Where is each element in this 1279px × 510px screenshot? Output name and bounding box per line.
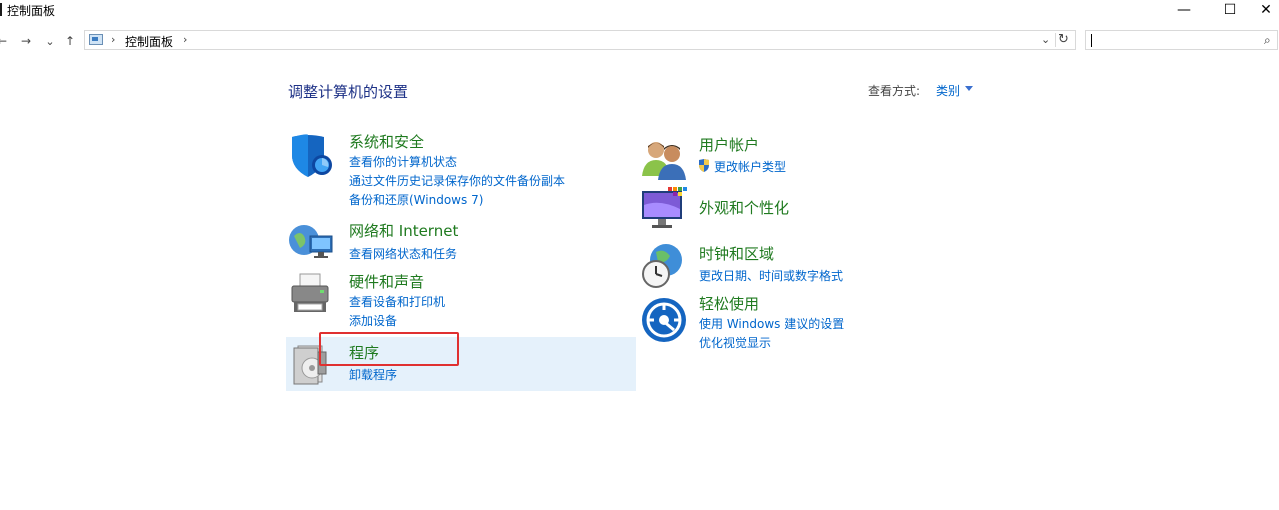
- display-icon[interactable]: [640, 185, 688, 233]
- link-uninstall-program[interactable]: 卸载程序: [349, 366, 397, 383]
- dropdown-arrow-icon[interactable]: [965, 86, 973, 91]
- link-change-account-type[interactable]: 更改帐户类型: [714, 158, 786, 175]
- ease-of-access-icon[interactable]: [640, 296, 688, 344]
- category-user-accounts[interactable]: 用户帐户: [699, 134, 759, 155]
- link-network-status[interactable]: 查看网络状态和任务: [349, 245, 457, 262]
- link-optimize-visual-display[interactable]: 优化视觉显示: [699, 334, 771, 351]
- category-hardware-sound[interactable]: 硬件和声音: [349, 271, 424, 292]
- address-bar[interactable]: › 控制面板 › ⌄ ↻: [84, 30, 1076, 50]
- link-add-device[interactable]: 添加设备: [349, 312, 397, 329]
- users-icon[interactable]: [640, 136, 688, 184]
- refresh-icon[interactable]: ↻: [1058, 32, 1069, 47]
- control-panel-icon: [89, 34, 103, 45]
- window-icon: [0, 3, 2, 16]
- search-box[interactable]: ⌕: [1085, 30, 1278, 50]
- view-by-label: 查看方式:: [868, 84, 921, 98]
- navigation-bar: ← → ⌄ ↑ › 控制面板 › ⌄ ↻ ⌕: [0, 29, 1279, 53]
- search-icon[interactable]: ⌕: [1264, 33, 1271, 48]
- category-network-internet[interactable]: 网络和 Internet: [349, 220, 458, 241]
- link-file-history[interactable]: 通过文件历史记录保存你的文件备份副本: [349, 172, 565, 189]
- search-input[interactable]: [1090, 32, 1250, 48]
- category-clock-region[interactable]: 时钟和区域: [699, 243, 774, 264]
- category-system-security[interactable]: 系统和安全: [349, 131, 424, 152]
- page-title: 调整计算机的设置: [288, 83, 409, 101]
- breadcrumb-chevron-icon[interactable]: ›: [183, 33, 187, 46]
- title-bar: 控制面板 — ☐ ✕: [0, 0, 1279, 22]
- close-button[interactable]: ✕: [1253, 0, 1279, 20]
- minimize-button[interactable]: —: [1161, 0, 1207, 20]
- window-title: 控制面板: [7, 4, 56, 18]
- back-button[interactable]: ←: [0, 31, 12, 51]
- up-button[interactable]: ↑: [60, 31, 80, 51]
- uac-shield-icon: [699, 159, 709, 172]
- breadcrumb-control-panel[interactable]: 控制面板: [125, 33, 173, 50]
- link-check-computer-status[interactable]: 查看你的计算机状态: [349, 153, 457, 170]
- address-divider: [1055, 33, 1056, 47]
- shield-icon[interactable]: [288, 133, 336, 181]
- link-devices-printers[interactable]: 查看设备和打印机: [349, 293, 445, 310]
- printer-icon[interactable]: [288, 272, 336, 320]
- category-ease-of-access[interactable]: 轻松使用: [699, 293, 759, 314]
- network-icon[interactable]: [288, 218, 336, 266]
- clock-globe-icon[interactable]: [640, 242, 688, 290]
- link-recommended-settings[interactable]: 使用 Windows 建议的设置: [699, 315, 844, 332]
- forward-button[interactable]: →: [16, 31, 36, 51]
- link-change-date-time-format[interactable]: 更改日期、时间或数字格式: [699, 267, 843, 284]
- recent-locations-button[interactable]: ⌄: [40, 31, 60, 51]
- link-backup-restore[interactable]: 备份和还原(Windows 7): [349, 191, 483, 208]
- view-by-dropdown[interactable]: 类别: [936, 82, 960, 99]
- address-dropdown-icon[interactable]: ⌄: [1041, 33, 1050, 46]
- annotation-highlight-box: [319, 332, 459, 366]
- category-appearance-personalization[interactable]: 外观和个性化: [699, 197, 789, 218]
- breadcrumb-chevron-icon[interactable]: ›: [111, 33, 115, 46]
- maximize-button[interactable]: ☐: [1207, 0, 1253, 20]
